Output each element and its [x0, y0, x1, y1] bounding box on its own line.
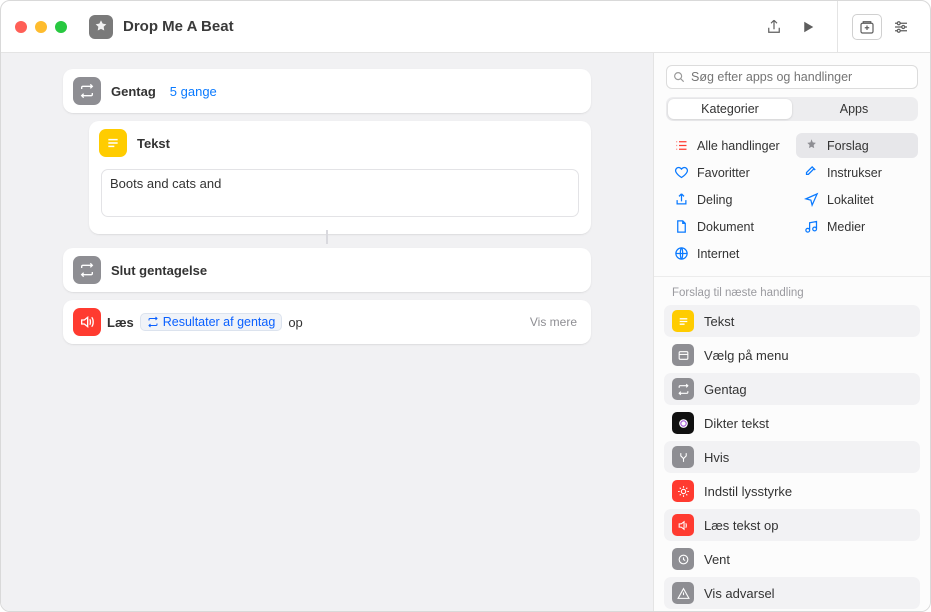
body: Gentag 5 gange Tekst [1, 53, 930, 611]
suggestion-label: Læs tekst op [704, 518, 778, 533]
suggestion-item[interactable]: Indstil lysstyrke [664, 475, 920, 507]
maximize-button[interactable] [55, 21, 67, 33]
speak-variable-label: Resultater af gentag [163, 315, 276, 329]
suggestions-list: Tekst Vælg på menu Gentag Dikter tekst Hvis I… [654, 305, 930, 611]
action-repeat[interactable]: Gentag 5 gange [63, 69, 591, 113]
tab-apps[interactable]: Apps [792, 99, 916, 119]
suggestion-item[interactable]: Vis advarsel [664, 577, 920, 609]
divider [837, 1, 838, 53]
cat-suggestions[interactable]: Forslag [796, 133, 918, 158]
cat-label: Medier [827, 220, 865, 234]
close-button[interactable] [15, 21, 27, 33]
share-button[interactable] [759, 14, 789, 40]
cat-favorites[interactable]: Favoritter [666, 160, 788, 185]
cat-internet[interactable]: Internet [666, 241, 788, 266]
window: Drop Me A Beat Gentag 5 gange [0, 0, 931, 612]
suggestion-label: Dikter tekst [704, 416, 769, 431]
run-button[interactable] [793, 14, 823, 40]
action-text[interactable]: Tekst [89, 121, 591, 234]
suggestion-icon [672, 582, 694, 604]
window-controls [15, 21, 67, 33]
category-grid: Alle handlinger Forslag Favoritter Instr… [654, 131, 930, 277]
shortcut-icon [89, 15, 113, 39]
suggestion-label: Hvis [704, 450, 729, 465]
repeat-icon [73, 256, 101, 284]
action-end-repeat[interactable]: Slut gentagelse [63, 248, 591, 292]
cat-all-actions[interactable]: Alle handlinger [666, 133, 788, 158]
connector [326, 230, 328, 244]
suggestion-item[interactable]: Tekst [664, 305, 920, 337]
suggestion-icon [672, 344, 694, 366]
editor-canvas[interactable]: Gentag 5 gange Tekst [1, 53, 653, 611]
suggestion-icon [672, 412, 694, 434]
cat-label: Dokument [697, 220, 754, 234]
titlebar: Drop Me A Beat [1, 1, 930, 53]
cat-document[interactable]: Dokument [666, 214, 788, 239]
suggestion-icon [672, 378, 694, 400]
cat-label: Lokalitet [827, 193, 874, 207]
suggestion-item[interactable]: Vent [664, 543, 920, 575]
settings-button[interactable] [886, 14, 916, 40]
suggestion-icon [672, 310, 694, 332]
suggestion-label: Indstil lysstyrke [704, 484, 792, 499]
action-speak[interactable]: Læs Resultater af gentag op Vis mere [63, 300, 591, 344]
search-field[interactable] [666, 65, 918, 89]
sidebar-tabs: Kategorier Apps [666, 97, 918, 121]
cat-sharing[interactable]: Deling [666, 187, 788, 212]
suggestion-item[interactable]: Gentag [664, 373, 920, 405]
search-icon [672, 70, 686, 84]
end-repeat-label: Slut gentagelse [111, 263, 207, 278]
show-more-button[interactable]: Vis mere [530, 315, 581, 329]
suggestion-item[interactable]: Hvis [664, 441, 920, 473]
cat-scripting[interactable]: Instrukser [796, 160, 918, 185]
suggestion-icon [672, 480, 694, 502]
text-label: Tekst [137, 136, 170, 151]
repeat-icon [73, 77, 101, 105]
cat-label: Internet [697, 247, 739, 261]
repeat-count-token[interactable]: 5 gange [166, 83, 221, 100]
suggestion-item[interactable]: Vælg på menu [664, 339, 920, 371]
suggestion-item[interactable]: Dikter tekst [664, 407, 920, 439]
tab-categories[interactable]: Kategorier [668, 99, 792, 119]
speak-label: Læs [107, 315, 134, 330]
cat-label: Instrukser [827, 166, 882, 180]
suggestion-icon [672, 514, 694, 536]
suggestion-label: Tekst [704, 314, 734, 329]
minimize-button[interactable] [35, 21, 47, 33]
cat-label: Alle handlinger [697, 139, 780, 153]
sidebar: Kategorier Apps Alle handlinger Forslag … [653, 53, 930, 611]
speak-suffix: op [288, 315, 302, 330]
repeat-label: Gentag [111, 84, 156, 99]
cat-label: Deling [697, 193, 732, 207]
text-input[interactable] [101, 169, 579, 217]
suggestion-label: Vent [704, 552, 730, 567]
suggestion-icon [672, 548, 694, 570]
library-button[interactable] [852, 14, 882, 40]
suggestion-label: Vis advarsel [704, 586, 775, 601]
suggestion-item[interactable]: Læs tekst op [664, 509, 920, 541]
search-input[interactable] [666, 65, 918, 89]
suggestion-label: Gentag [704, 382, 747, 397]
page-title: Drop Me A Beat [123, 18, 234, 35]
cat-media[interactable]: Medier [796, 214, 918, 239]
cat-location[interactable]: Lokalitet [796, 187, 918, 212]
speak-icon [73, 308, 101, 336]
speak-variable-token[interactable]: Resultater af gentag [140, 313, 283, 331]
suggestion-label: Vælg på menu [704, 348, 789, 363]
text-icon [99, 129, 127, 157]
suggestion-icon [672, 446, 694, 468]
suggestions-header: Forslag til næste handling [654, 277, 930, 305]
cat-label: Forslag [827, 139, 869, 153]
cat-label: Favoritter [697, 166, 750, 180]
